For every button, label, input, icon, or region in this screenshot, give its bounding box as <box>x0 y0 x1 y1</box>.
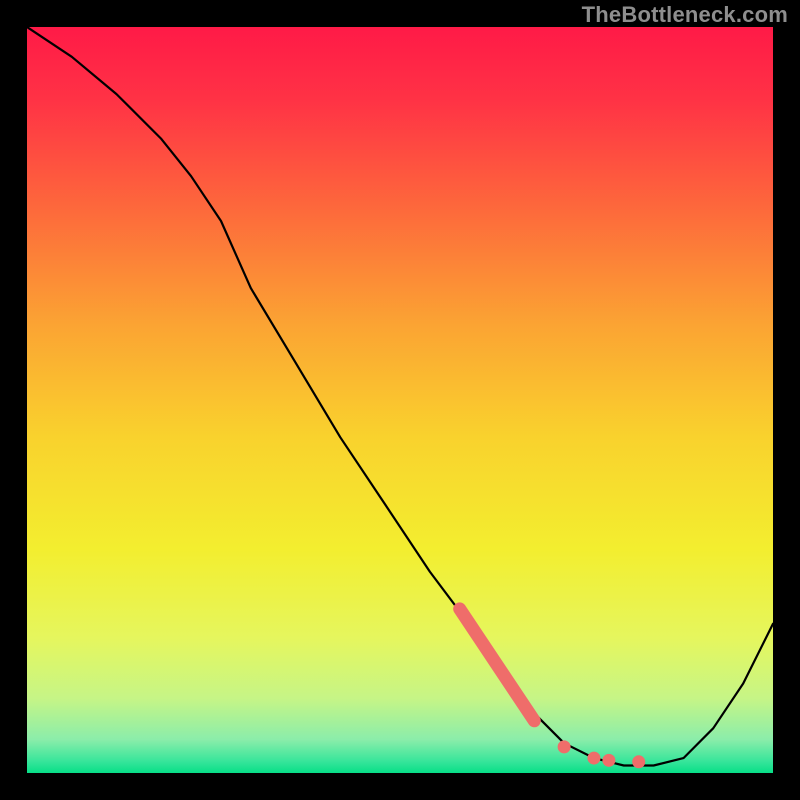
watermark-text: TheBottleneck.com <box>582 2 788 28</box>
plot-area <box>27 27 773 773</box>
chart-frame: TheBottleneck.com <box>0 0 800 800</box>
chart-svg <box>27 27 773 773</box>
